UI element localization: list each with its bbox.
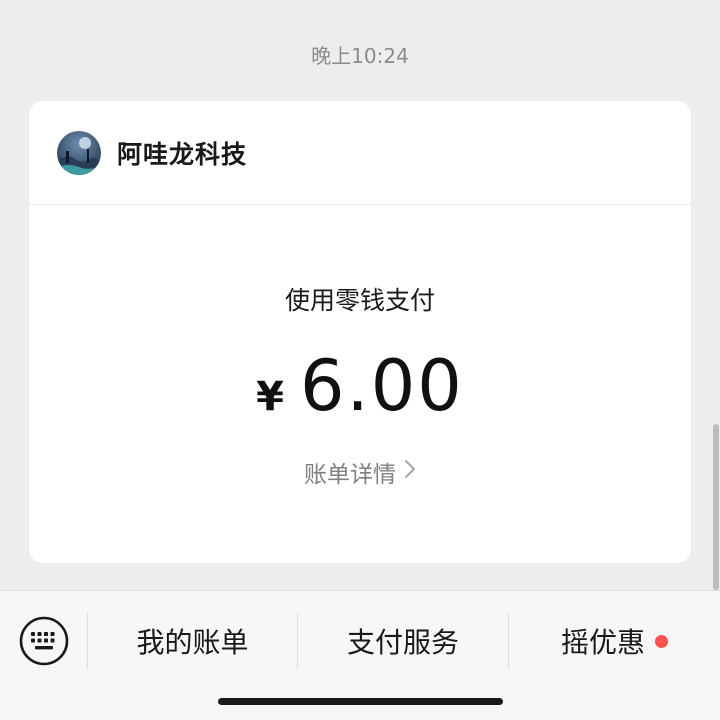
bottom-menu-bar: 我的账单 支付服务 摇优惠 xyxy=(0,590,720,720)
menu-my-bills-label: 我的账单 xyxy=(136,626,249,659)
menu-payment-services-label: 支付服务 xyxy=(346,626,459,659)
amount-row: ¥ 6.00 xyxy=(29,345,691,427)
keyboard-icon xyxy=(19,616,69,666)
chevron-right-icon xyxy=(404,459,416,485)
menu-payment-services[interactable]: 支付服务 xyxy=(298,599,508,683)
payment-method-label: 使用零钱支付 xyxy=(284,286,435,315)
message-timestamp: 晚上10:24 xyxy=(311,44,409,68)
payment-amount: 6.00 xyxy=(299,345,464,427)
currency-symbol: ¥ xyxy=(256,374,284,420)
card-header: 阿哇龙科技 xyxy=(29,101,691,205)
card-body: 使用零钱支付 ¥ 6.00 账单详情 xyxy=(29,205,691,562)
merchant-avatar-icon xyxy=(57,130,101,175)
chat-screen: 晚上10:24 阿哇龙科技 使用零钱支付 ¥ 6.00 账单详情 我的账单 支付… xyxy=(0,0,720,720)
bill-detail-link[interactable]: 账单详情 xyxy=(29,455,691,489)
bill-detail-label: 账单详情 xyxy=(304,462,396,488)
scrollbar[interactable] xyxy=(713,424,719,590)
menu-shake-discount-label: 摇优惠 xyxy=(560,626,645,659)
merchant-avatar[interactable] xyxy=(57,130,101,175)
home-indicator[interactable] xyxy=(218,698,503,705)
menu-my-bills[interactable]: 我的账单 xyxy=(88,599,297,683)
keyboard-toggle-button[interactable] xyxy=(18,615,70,667)
menu-shake-discount[interactable]: 摇优惠 xyxy=(509,599,720,683)
payment-card[interactable]: 阿哇龙科技 使用零钱支付 ¥ 6.00 账单详情 xyxy=(29,101,691,563)
merchant-name: 阿哇龙科技 xyxy=(117,139,248,169)
notification-dot xyxy=(655,634,668,648)
